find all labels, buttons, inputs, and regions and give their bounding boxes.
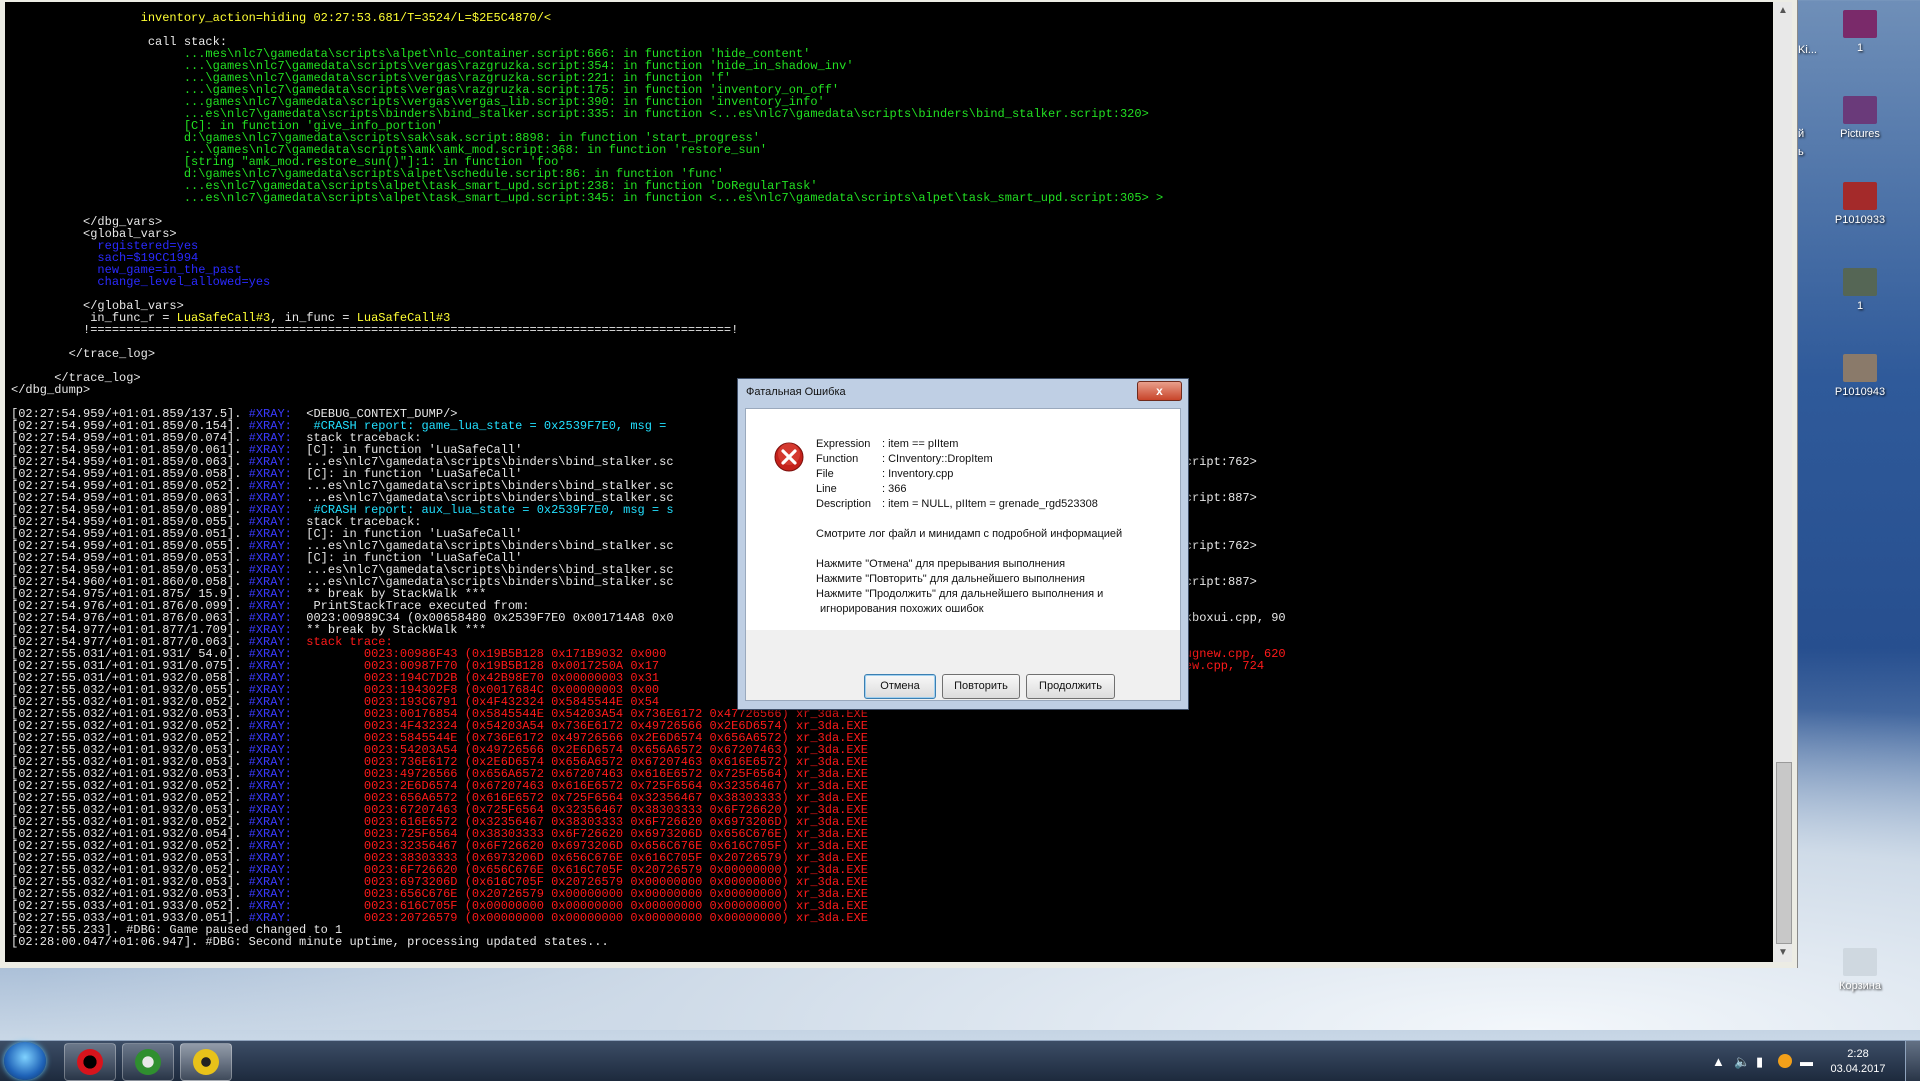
flag-icon[interactable]: ▬ <box>1800 1054 1813 1069</box>
error-field-key: Expression <box>816 438 871 450</box>
desktop-icon[interactable]: Pictures <box>1820 96 1900 140</box>
console-scrollbar[interactable]: ▲ ▼ <box>1774 2 1792 962</box>
error-field-value: : item = NULL, pIItem = grenade_rgd52330… <box>882 498 1098 510</box>
show-desktop-button[interactable] <box>1905 1041 1920 1081</box>
error-field-row: Function : CInventory::DropItem <box>816 452 1122 467</box>
photo-icon <box>1843 354 1877 382</box>
desktop-icon-label: Корзина <box>1839 980 1881 992</box>
log-line: registered=yes <box>11 240 1286 252</box>
error-field-key: File <box>816 468 834 480</box>
error-icon <box>774 442 804 472</box>
volume-icon[interactable]: 🔈 <box>1734 1054 1750 1070</box>
desktop-icon-label: Pictures <box>1840 128 1880 140</box>
clock[interactable]: 2:28 03.04.2017 <box>1828 1047 1888 1077</box>
log-hint: Смотрите лог файл и минидамп с подробной… <box>816 528 1123 540</box>
log-segment: inventory_action <box>140 11 256 25</box>
log-segment: !=======================================… <box>11 323 739 337</box>
photo-icon <box>1843 182 1877 210</box>
taskbar: ▲ 🔈 ▮ ▬ 2:28 03.04.2017 <box>0 1040 1920 1081</box>
winrar-icon <box>1843 10 1877 38</box>
fatal-error-dialog: Фатальная Ошибка x Expression : item == p… <box>737 378 1189 710</box>
error-field-row: Line : 366 <box>816 482 1122 497</box>
log-segment: 0023:20726579 (0x00000000 0x00000000 0x0… <box>291 911 868 925</box>
desktop-label-cut: Ki... <box>1798 44 1817 56</box>
xbox-like-icon[interactable] <box>122 1043 174 1081</box>
button-hints: Нажмите "Отмена" для прерывания выполнен… <box>816 557 1122 617</box>
scroll-up-icon[interactable]: ▲ <box>1774 2 1792 20</box>
error-field-row: File : Inventory.cpp <box>816 467 1122 482</box>
log-segment: change_level_allowed=yes <box>11 275 271 289</box>
desktop-icon[interactable]: Корзина <box>1820 948 1900 992</box>
dialog-title: Фатальная Ошибка <box>746 386 846 398</box>
log-line: </trace_log> <box>11 348 1286 360</box>
clock-time: 2:28 <box>1847 1048 1869 1060</box>
error-field-value: : Inventory.cpp <box>882 468 954 480</box>
error-field-value: : 366 <box>882 483 907 495</box>
cancel-button[interactable]: Отмена <box>864 674 936 699</box>
desktop-icon[interactable]: 1 <box>1820 268 1900 312</box>
desktop-icon[interactable]: P1010943 <box>1820 354 1900 398</box>
desktop-icon-label: 1 <box>1856 42 1864 54</box>
hint-line: Нажмите "Продолжить" для дальнейшего вып… <box>816 588 1104 600</box>
clock-date: 03.04.2017 <box>1830 1063 1886 1075</box>
scroll-down-icon[interactable]: ▼ <box>1774 944 1792 962</box>
photo-icon <box>1843 268 1877 296</box>
log-line: change_level_allowed=yes <box>11 276 1286 288</box>
hint-line: Нажмите "Отмена" для прерывания выполнен… <box>816 558 1066 570</box>
log-segment: ...es\nlc7\gamedata\scripts\alpet\task_s… <box>11 191 1164 205</box>
dialog-buttons: Отмена Повторить Продолжить <box>745 630 1181 701</box>
start-button[interactable] <box>4 1042 46 1080</box>
log-line: inventory_action=hiding 02:27:53.681/T=3… <box>11 12 1286 24</box>
desktop-icon[interactable]: 1 <box>1820 10 1900 54</box>
error-field-value: : item == pIItem <box>882 438 959 450</box>
log-segment: =hiding 02:27:53.681/T=3524/L=$2E5C4870/… <box>255 11 552 25</box>
error-field-row: Description : item = NULL, pIItem = grena… <box>816 497 1122 512</box>
dialog-content: Expression : item == pIItem Function : CInv… <box>745 408 1181 632</box>
tray-app-icon[interactable] <box>1778 1054 1792 1068</box>
log-line: <global_vars> <box>11 228 1286 240</box>
hint-line: Нажмите "Повторить" для дальнейшего выпо… <box>816 573 1085 585</box>
hint-line: игнорирования похожих ошибок <box>820 603 984 615</box>
log-segment: </trace_log> <box>11 347 156 361</box>
retry-button[interactable]: Повторить <box>942 674 1020 699</box>
desktop-icon-label: P1010943 <box>1834 386 1886 398</box>
log-segment: </dbg_dump> <box>11 383 91 397</box>
log-line: </dbg_vars> <box>11 216 1286 228</box>
error-fields: Expression : item == pIItem Function : CInv… <box>816 437 1122 512</box>
network-icon[interactable]: ▮ <box>1756 1054 1763 1070</box>
error-field-key: Description <box>816 498 872 510</box>
desktop-icon[interactable]: P1010933 <box>1820 182 1900 226</box>
winrar-icon <box>1843 96 1877 124</box>
error-field-row: Expression : item == pIItem <box>816 437 1122 452</box>
log-line: [02:28:00.047/+01:06.947]. #DBG: Second … <box>11 936 1286 948</box>
desktop-icon-label: P1010933 <box>1834 214 1886 226</box>
log-segment <box>11 11 141 25</box>
error-field-key: Function <box>816 453 859 465</box>
log-line: !=======================================… <box>11 324 1286 336</box>
error-field-key: Line <box>816 483 837 495</box>
opera-icon[interactable] <box>64 1043 116 1081</box>
desktop-label-cut: й <box>1798 128 1805 140</box>
recycle-bin-icon <box>1843 948 1877 976</box>
scroll-thumb[interactable] <box>1776 762 1792 944</box>
desktop-label-cut: ь <box>1798 146 1804 158</box>
tray-expand-icon[interactable]: ▲ <box>1712 1054 1725 1069</box>
desktop-icon-label: 1 <box>1856 300 1864 312</box>
log-segment: [02:28:00.047/+01:06.947]. #DBG: Second … <box>11 935 609 949</box>
log-line: ...es\nlc7\gamedata\scripts\alpet\task_s… <box>11 192 1286 204</box>
dialog-message: Expression : item == pIItem Function : CInv… <box>816 437 1122 617</box>
error-field-value: : CInventory::DropItem <box>882 453 993 465</box>
continue-button[interactable]: Продолжить <box>1026 674 1115 699</box>
radiation-icon[interactable] <box>180 1043 232 1081</box>
close-button[interactable]: x <box>1137 381 1182 401</box>
